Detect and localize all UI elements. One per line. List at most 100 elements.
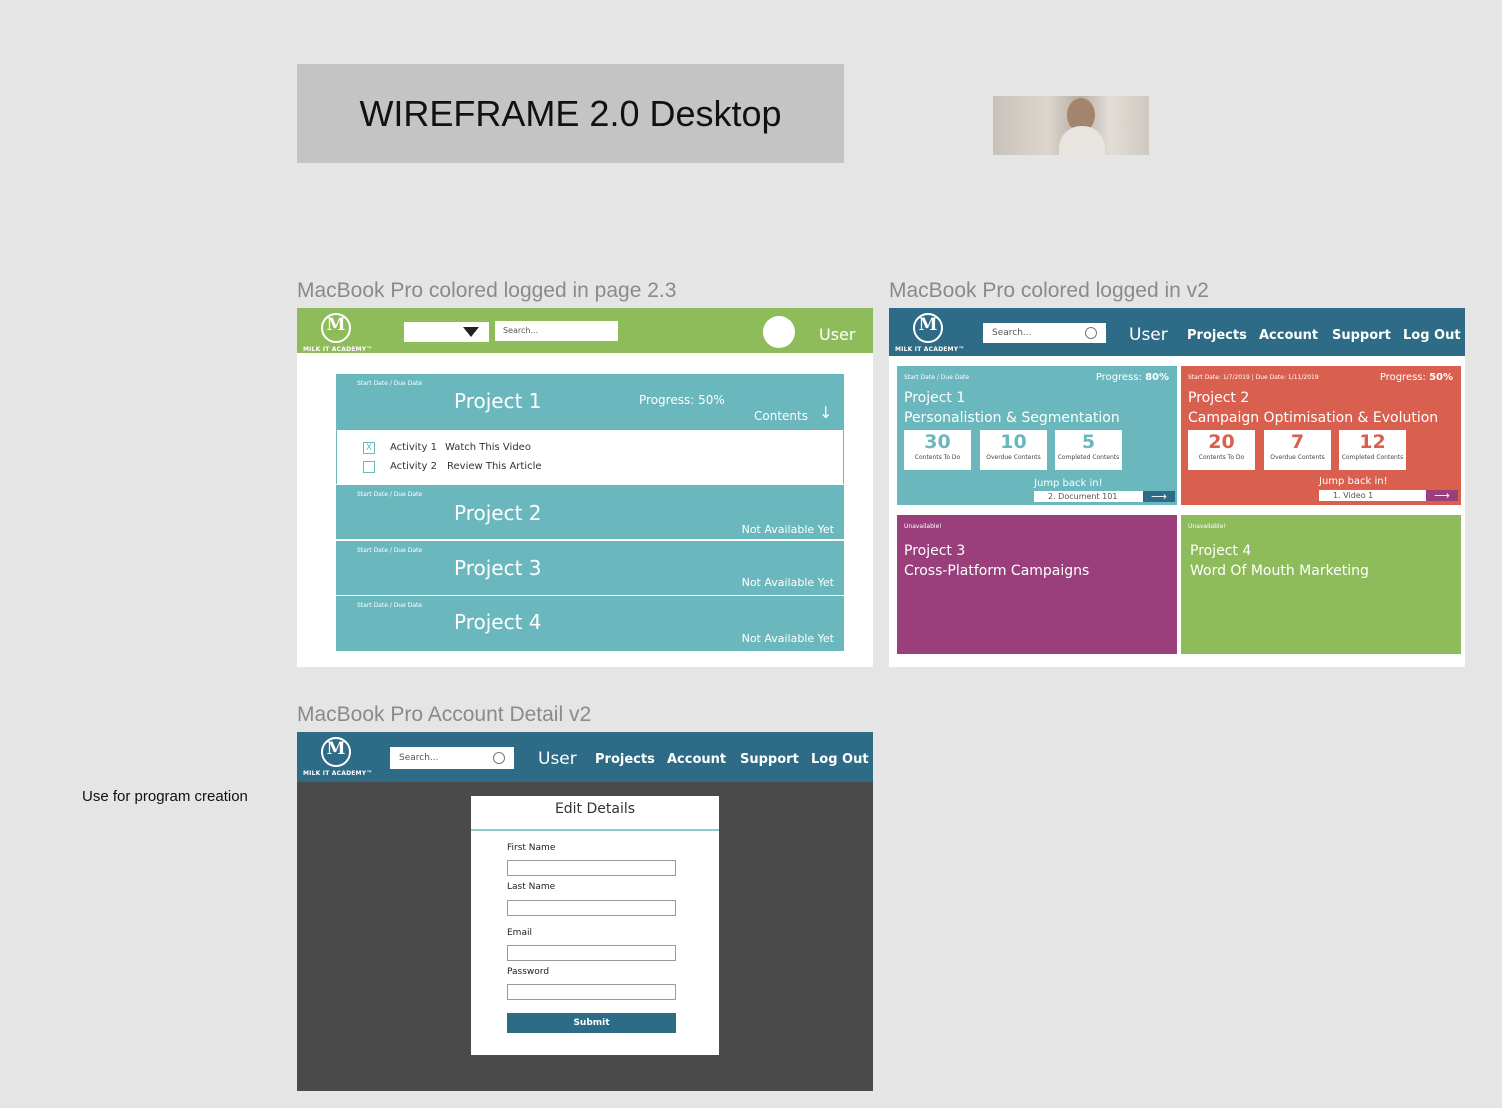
email-field[interactable] — [507, 945, 676, 961]
project-subtitle: Campaign Optimisation & Evolution — [1188, 410, 1439, 426]
project-dropdown[interactable] — [404, 322, 489, 342]
arrow-right-icon[interactable]: ⟶ — [1426, 490, 1458, 501]
search-placeholder: Search... — [992, 328, 1032, 338]
project-row-2[interactable]: Start Date / Due Date Project 2 Not Avai… — [336, 485, 844, 539]
project-status: Not Available Yet — [741, 523, 834, 536]
nav-user[interactable]: User — [1129, 325, 1168, 345]
project-card-4[interactable]: Unavailable! Project 4 Word Of Mouth Mar… — [1181, 515, 1461, 654]
project-progress: Progress: 50% — [639, 393, 725, 407]
activity-label: Activity 2 — [390, 461, 437, 472]
hero-thumbnail-image — [993, 96, 1149, 155]
nav-projects[interactable]: Projects — [1187, 328, 1247, 343]
logo-letter: M — [326, 315, 346, 335]
project-row-1[interactable]: Start Date / Due Date Project 1 Progress… — [336, 374, 844, 430]
user-link[interactable]: User — [819, 325, 855, 344]
project-name: Project 4 — [454, 610, 542, 634]
header-bar: M MILK IT ACADEMY™ Search... User — [297, 308, 873, 353]
stat-overdue: 7 Overdue Contents — [1264, 430, 1331, 470]
project-status: Unavailable! — [1188, 523, 1226, 530]
dropdown-triangle-icon — [463, 327, 479, 337]
stat-completed: 5 Completed Contents — [1055, 430, 1122, 470]
nav-account[interactable]: Account — [1259, 328, 1318, 343]
frame-label-account-detail: MacBook Pro Account Detail v2 — [297, 703, 592, 726]
header-bar: M MILK IT ACADEMY™ Search... User Projec… — [889, 308, 1465, 356]
project-title: Project 1 — [904, 390, 966, 406]
email-label: Email — [507, 928, 532, 938]
project-dates: Start Date / Due Date — [357, 547, 423, 554]
progress-label: Progress: — [1095, 372, 1142, 383]
milk-it-academy-logo[interactable]: M MILK IT ACADEMY™ — [301, 734, 372, 780]
stat-overdue: 10 Overdue Contents — [980, 430, 1047, 470]
search-icon[interactable] — [1085, 327, 1097, 339]
milk-it-academy-logo[interactable]: M MILK IT ACADEMY™ — [301, 310, 372, 356]
first-name-field[interactable] — [507, 860, 676, 876]
stat-label: Contents To Do — [914, 454, 961, 461]
arrow-right-icon[interactable]: ⟶ — [1143, 491, 1175, 502]
stat-number: 7 — [1290, 431, 1305, 453]
project-status: Not Available Yet — [741, 576, 834, 589]
logo-text: MILK IT ACADEMY™ — [303, 770, 373, 777]
header-bar: M MILK IT ACADEMY™ Search... User Projec… — [297, 732, 873, 782]
nav-projects[interactable]: Projects — [595, 752, 655, 767]
nav-log-out[interactable]: Log Out — [1403, 328, 1461, 343]
logo-letter: M — [326, 739, 346, 759]
project-title: Project 3 — [904, 543, 966, 559]
avatar[interactable] — [763, 316, 795, 348]
project-name: Project 2 — [454, 501, 542, 525]
jump-back-label: Jump back in! — [1034, 478, 1103, 489]
stat-number: 10 — [1000, 431, 1027, 453]
resume-item[interactable]: 1. Video 1 — [1319, 490, 1426, 501]
submit-button[interactable]: Submit — [507, 1013, 676, 1033]
stat-number: 12 — [1359, 431, 1386, 453]
nav-user[interactable]: User — [538, 749, 577, 769]
project-card-1[interactable]: Start Date / Due Date Progress: 80% Proj… — [897, 366, 1177, 505]
thumbnail-person-body — [1059, 126, 1105, 155]
project-title: Project 4 — [1190, 543, 1252, 559]
password-field[interactable] — [507, 984, 676, 1000]
nav-support[interactable]: Support — [740, 752, 799, 767]
nav-support[interactable]: Support — [1332, 328, 1391, 343]
modal-title: Edit Details — [471, 796, 719, 831]
activity-checkbox[interactable] — [363, 461, 375, 473]
project-title: Project 2 — [1188, 390, 1250, 406]
stat-label: Overdue Contents — [1270, 454, 1325, 461]
wireframe-title: WIREFRAME 2.0 Desktop — [297, 64, 844, 163]
nav-account[interactable]: Account — [667, 752, 726, 767]
frame-label-logged-in-v2: MacBook Pro colored logged in v2 — [889, 279, 1209, 302]
search-input[interactable]: Search... — [390, 747, 514, 769]
contents-toggle[interactable]: Contents — [754, 409, 808, 423]
progress-value: 50% — [1429, 372, 1453, 383]
activity-link[interactable]: Review This Article — [447, 461, 542, 472]
stat-contents-to-do: 30 Contents To Do — [904, 430, 971, 470]
project-row-3[interactable]: Start Date / Due Date Project 3 Not Avai… — [336, 541, 844, 595]
project-card-2[interactable]: Start Date: 1/7/2019 | Due Date: 1/11/20… — [1181, 366, 1461, 505]
edit-details-modal: Edit Details First Name Last Name Email … — [471, 796, 719, 1055]
project-row-4[interactable]: Start Date / Due Date Project 4 Not Avai… — [336, 596, 844, 651]
project-card-3[interactable]: Unavailable! Project 3 Cross-Platform Ca… — [897, 515, 1177, 654]
logo-letter: M — [918, 315, 938, 335]
stat-number: 30 — [924, 431, 951, 453]
resume-item[interactable]: 2. Document 101 — [1034, 491, 1143, 502]
project-status: Not Available Yet — [741, 632, 834, 645]
project-dates: Start Date / Due Date — [904, 374, 970, 381]
nav-log-out[interactable]: Log Out — [811, 752, 869, 767]
frame-account-detail: M MILK IT ACADEMY™ Search... User Projec… — [297, 732, 873, 1091]
search-input[interactable]: Search... — [495, 321, 618, 341]
project-dates: Start Date / Due Date — [357, 602, 423, 609]
frame-label-logged-in-2-3: MacBook Pro colored logged in page 2.3 — [297, 279, 677, 302]
arrow-down-icon[interactable]: ↓ — [819, 403, 832, 422]
activity-checkbox[interactable]: X — [363, 442, 375, 454]
progress-value: 80% — [1145, 372, 1169, 383]
search-input[interactable]: Search... — [983, 323, 1106, 343]
milk-it-academy-logo[interactable]: M MILK IT ACADEMY™ — [893, 310, 964, 356]
project-subtitle: Word Of Mouth Marketing — [1190, 563, 1369, 579]
search-icon[interactable] — [493, 752, 505, 764]
project-dates: Start Date: 1/7/2019 | Due Date: 1/11/20… — [1188, 374, 1319, 381]
project-dates: Start Date / Due Date — [357, 380, 423, 387]
first-name-label: First Name — [507, 843, 556, 853]
search-placeholder: Search... — [399, 753, 439, 763]
stat-label: Overdue Contents — [986, 454, 1041, 461]
activity-link[interactable]: Watch This Video — [445, 442, 531, 453]
logo-text: MILK IT ACADEMY™ — [895, 346, 965, 353]
last-name-field[interactable] — [507, 900, 676, 916]
